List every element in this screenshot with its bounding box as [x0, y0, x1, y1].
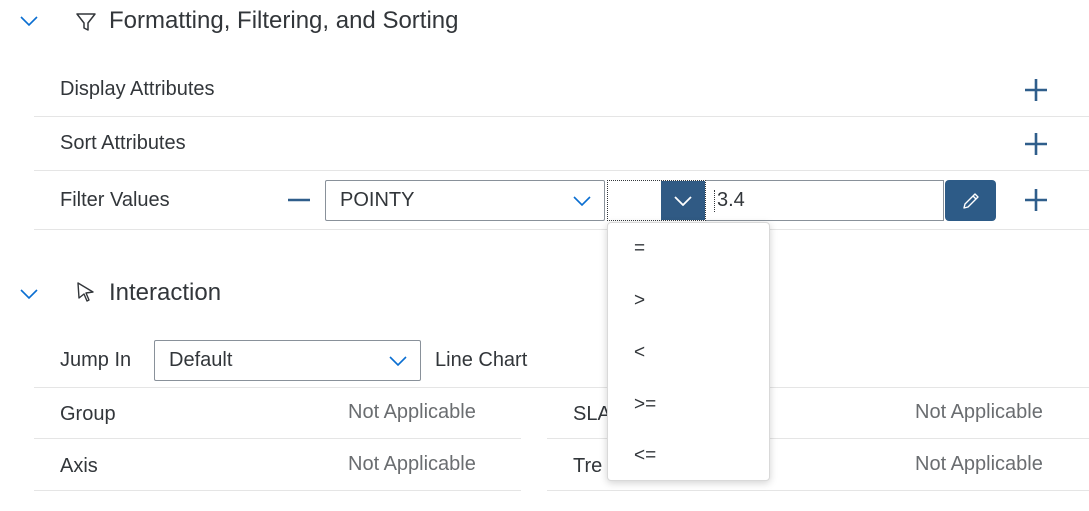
jump-in-value: Default: [169, 349, 233, 371]
remove-filter-button[interactable]: [284, 185, 314, 215]
filter-icon: [74, 10, 98, 34]
jump-in-chart-type: Line Chart: [435, 349, 528, 371]
operator-option-greater[interactable]: >: [608, 275, 769, 327]
add-sort-attribute-button[interactable]: [1021, 129, 1051, 159]
formatting-section-title: Formatting, Filtering, and Sorting: [109, 7, 459, 34]
filter-operator-value: [608, 181, 662, 220]
divider: [34, 170, 1089, 171]
edit-filter-button[interactable]: [945, 180, 996, 221]
divider: [34, 229, 1089, 230]
jump-in-label: Jump In: [60, 349, 132, 371]
filter-values-label: Filter Values: [60, 189, 170, 211]
filter-value-text: 3.4: [717, 189, 745, 211]
formatting-collapse-chevron-icon[interactable]: [18, 10, 40, 32]
add-display-attribute-button[interactable]: [1021, 75, 1051, 105]
interaction-section-title: Interaction: [109, 279, 222, 306]
operator-dropdown-list: = > < >= <=: [607, 222, 770, 481]
divider: [547, 490, 1089, 491]
group-value: Not Applicable: [348, 401, 476, 423]
sort-attributes-label: Sort Attributes: [60, 132, 186, 154]
display-attributes-label: Display Attributes: [60, 78, 215, 100]
filter-operator-select[interactable]: [607, 180, 706, 221]
sla-label: SLA: [573, 403, 611, 425]
trend-label: Tre: [573, 455, 603, 477]
cursor-icon: [74, 280, 98, 304]
add-filter-button[interactable]: [1021, 185, 1051, 215]
chevron-down-icon: [560, 181, 604, 220]
chevron-down-icon: [376, 341, 420, 380]
operator-option-greater-equal[interactable]: >=: [608, 379, 769, 431]
axis-value: Not Applicable: [348, 453, 476, 475]
jump-in-select[interactable]: Default: [154, 340, 421, 381]
interaction-collapse-chevron-icon[interactable]: [18, 283, 40, 305]
operator-option-less-equal[interactable]: <=: [608, 430, 769, 482]
operator-option-equals[interactable]: =: [608, 223, 769, 275]
filter-value-input[interactable]: 3.4: [706, 180, 944, 221]
divider: [34, 387, 1089, 388]
axis-label: Axis: [60, 455, 98, 477]
divider: [34, 490, 521, 491]
pencil-icon: [962, 192, 979, 209]
text-caret: [714, 189, 715, 212]
operator-option-less[interactable]: <: [608, 327, 769, 379]
chevron-down-icon: [661, 181, 705, 220]
sla-value: Not Applicable: [915, 401, 1043, 423]
group-label: Group: [60, 403, 116, 425]
divider: [34, 438, 521, 439]
filter-attribute-select[interactable]: POINTY: [325, 180, 605, 221]
trend-value: Not Applicable: [915, 453, 1043, 475]
filter-attribute-value: POINTY: [340, 189, 415, 211]
divider: [34, 116, 1089, 117]
